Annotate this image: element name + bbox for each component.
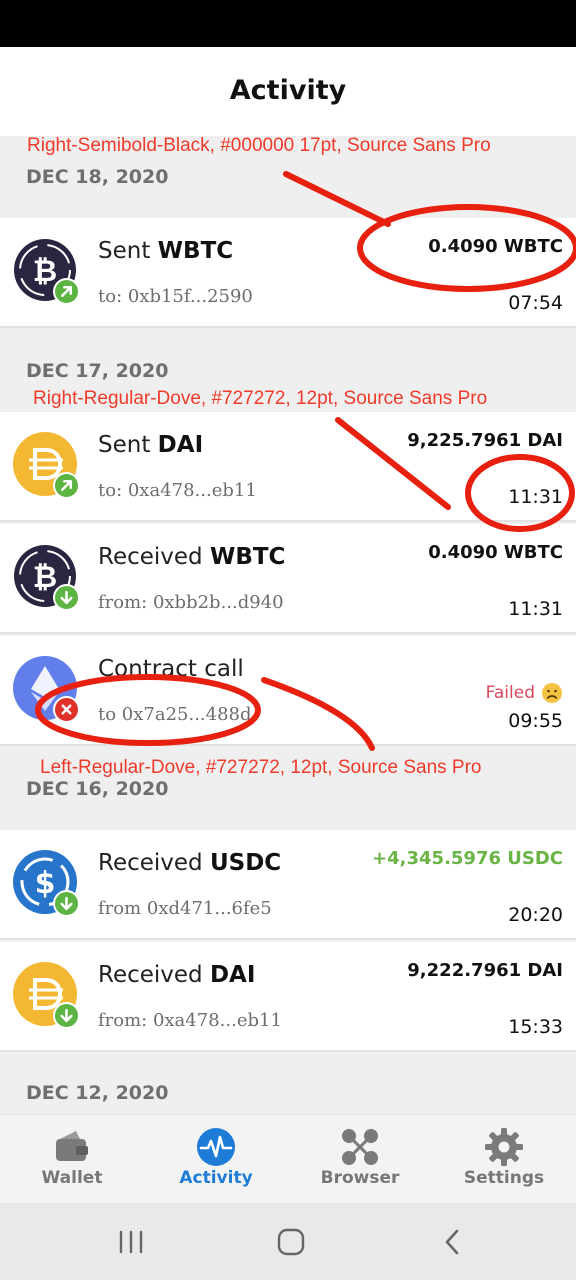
svg-text:$: $	[35, 866, 56, 901]
system-nav-bar	[0, 1203, 576, 1280]
tab-activity[interactable]: Activity	[144, 1115, 288, 1204]
transaction-time: 11:31	[508, 486, 563, 508]
transaction-row[interactable]: ₿ Sent WBTC to: 0xb15f...2590 0.4090 WBT…	[0, 218, 576, 328]
transaction-title: Received USDC	[98, 850, 282, 876]
transaction-row[interactable]: Sent DAI to: 0xa478...eb11 9,225.7961 DA…	[0, 412, 576, 522]
transaction-time: 20:20	[508, 904, 563, 926]
svg-text:₿: ₿	[33, 560, 57, 595]
date-label: DEC 12, 2020	[26, 1082, 169, 1104]
design-annotation: Right-Semibold-Black, #000000 17pt, Sour…	[27, 135, 491, 156]
received-arrow-icon	[53, 584, 80, 611]
activity-icon	[197, 1128, 235, 1166]
received-arrow-icon	[53, 890, 80, 917]
sent-arrow-icon	[53, 472, 80, 499]
transaction-time: 15:33	[508, 1016, 563, 1038]
date-label: DEC 18, 2020	[26, 166, 169, 188]
sad-face-icon	[542, 683, 562, 703]
transaction-address: from: 0xbb2b...d940	[98, 592, 284, 613]
transaction-amount: +4,345.5976 USDC	[372, 848, 563, 869]
transaction-title: Contract call	[98, 656, 244, 682]
transaction-address: to: 0xb15f...2590	[98, 286, 253, 307]
transaction-amount: 0.4090 WBTC	[428, 542, 563, 563]
tab-label: Settings	[463, 1168, 545, 1188]
transaction-title: Sent WBTC	[98, 238, 234, 264]
home-icon[interactable]	[276, 1227, 306, 1257]
tab-label: Browser	[320, 1168, 400, 1188]
date-label: DEC 17, 2020	[26, 360, 169, 382]
status-label: Failed	[485, 683, 535, 703]
transaction-status: Failed	[486, 682, 563, 704]
transaction-title: Sent DAI	[98, 432, 204, 458]
transaction-title: Received WBTC	[98, 544, 286, 570]
page-title: Activity	[229, 75, 347, 106]
svg-text:₿: ₿	[33, 254, 57, 289]
gear-icon	[485, 1128, 523, 1166]
transaction-amount: 9,225.7961 DAI	[407, 430, 563, 451]
transaction-row[interactable]: Contract call to 0x7a25...488d Failed 09…	[0, 636, 576, 746]
transaction-row[interactable]: ₿ Received WBTC from: 0xbb2b...d940 0.40…	[0, 524, 576, 634]
app-header: Activity	[0, 47, 576, 136]
transaction-address: from: 0xa478...eb11	[98, 1010, 282, 1031]
date-section-header: DEC 12, 2020	[0, 1054, 576, 1114]
tab-settings[interactable]: Settings	[432, 1115, 576, 1204]
failed-x-icon	[53, 696, 80, 723]
tab-browser[interactable]: Browser	[288, 1115, 432, 1204]
status-bar	[0, 0, 576, 47]
tab-label: Wallet	[41, 1168, 103, 1188]
wallet-icon	[56, 1131, 88, 1161]
browser-icon	[342, 1129, 378, 1165]
back-icon[interactable]	[438, 1227, 468, 1257]
transaction-time: 09:55	[508, 710, 563, 732]
transaction-time: 11:31	[508, 598, 563, 620]
sent-arrow-icon	[53, 278, 80, 305]
transaction-address: to 0x7a25...488d	[98, 704, 252, 725]
tab-wallet[interactable]: Wallet	[0, 1115, 144, 1204]
transaction-time: 07:54	[508, 292, 563, 314]
transaction-amount: 9,222.7961 DAI	[407, 960, 563, 981]
transaction-title: Received DAI	[98, 962, 256, 988]
transaction-amount: 0.4090 WBTC	[428, 236, 563, 257]
received-arrow-icon	[53, 1002, 80, 1029]
date-label: DEC 16, 2020	[26, 778, 169, 800]
tab-label: Activity	[179, 1168, 253, 1188]
transaction-row[interactable]: $ Received USDC from 0xd471...6fe5 +4,34…	[0, 830, 576, 940]
transaction-address: to: 0xa478...eb11	[98, 480, 257, 501]
recent-apps-icon[interactable]	[116, 1227, 146, 1257]
design-annotation: Left-Regular-Dove, #727272, 12pt, Source…	[40, 757, 482, 778]
transaction-row[interactable]: Received DAI from: 0xa478...eb11 9,222.7…	[0, 942, 576, 1052]
design-annotation: Right-Regular-Dove, #727272, 12pt, Sourc…	[33, 388, 488, 409]
transaction-address: from 0xd471...6fe5	[98, 898, 272, 919]
bottom-tab-bar: Wallet Activity Browser Settings	[0, 1114, 576, 1203]
